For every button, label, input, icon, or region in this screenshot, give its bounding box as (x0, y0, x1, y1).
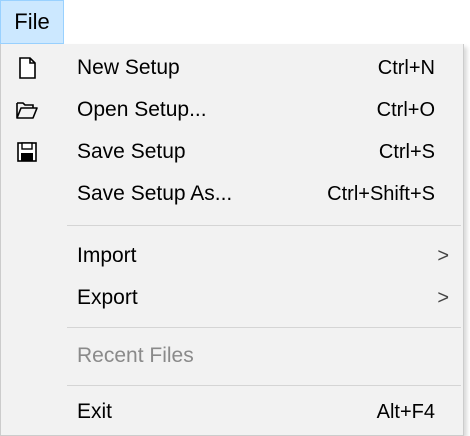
menu-item-label: New Setup (77, 56, 180, 79)
menu-item-shortcut: Ctrl+Shift+S (327, 183, 435, 205)
menu-item-open-setup[interactable]: Open Setup... Ctrl+O (1, 88, 463, 132)
menu-item-label: Save Setup As... (77, 182, 233, 205)
menu-item-save-setup[interactable]: Save Setup Ctrl+S (1, 130, 463, 174)
menu-bar: File (0, 0, 470, 44)
save-icon (15, 140, 39, 164)
menu-separator (67, 225, 461, 226)
menu-item-import[interactable]: Import > (1, 234, 463, 278)
menu-separator (67, 327, 461, 328)
menu-item-shortcut: Ctrl+N (377, 57, 435, 79)
file-menu-button[interactable]: File (0, 0, 64, 44)
menu-item-shortcut: Alt+F4 (376, 401, 435, 423)
menu-item-label: Export (77, 286, 138, 309)
menu-item-new-setup[interactable]: New Setup Ctrl+N (1, 46, 463, 90)
menu-item-save-setup-as[interactable]: Save Setup As... Ctrl+Shift+S (1, 172, 463, 216)
menu-item-label: Save Setup (77, 140, 186, 163)
menu-separator (67, 385, 461, 386)
menu-item-exit[interactable]: Exit Alt+F4 (1, 390, 463, 434)
menu-item-recent-files: Recent Files (1, 334, 463, 378)
chevron-right-icon: > (437, 245, 449, 267)
menu-item-label: Exit (77, 400, 113, 423)
file-dropdown-menu: New Setup Ctrl+N Open Setup... Ctrl+O Sa… (0, 44, 464, 436)
menu-item-label: Import (77, 244, 137, 267)
chevron-right-icon: > (437, 287, 449, 309)
menu-item-label: Recent Files (77, 344, 194, 367)
menu-item-label: Open Setup... (77, 98, 207, 121)
menu-item-shortcut: Ctrl+O (376, 99, 435, 121)
menu-item-export[interactable]: Export > (1, 276, 463, 320)
open-folder-icon (15, 98, 39, 122)
menu-item-shortcut: Ctrl+S (378, 141, 435, 163)
new-file-icon (15, 56, 39, 80)
